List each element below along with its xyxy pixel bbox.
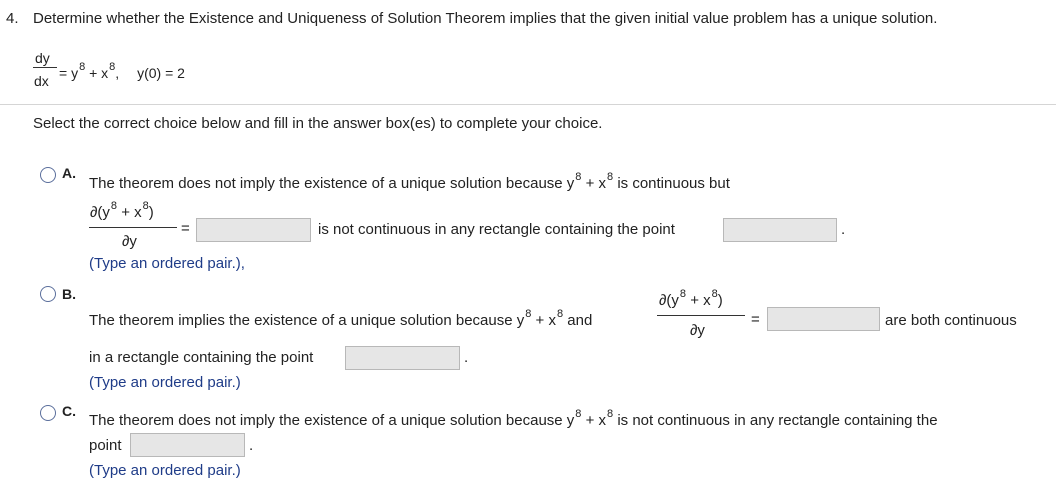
eq-y-exp: 8 — [79, 61, 86, 73]
option-b-period: . — [464, 349, 469, 366]
option-b-point-answer-box[interactable] — [345, 346, 460, 370]
partial-b-num-b: + x — [686, 292, 711, 309]
partial-a-exp1: 8 — [110, 200, 118, 212]
partial-b-num-a: ∂(y — [659, 292, 679, 309]
option-c-letter[interactable]: C. — [62, 402, 76, 420]
question-prompt: Determine whether the Existence and Uniq… — [33, 10, 938, 27]
option-b-text1b: + x — [531, 312, 556, 329]
option-b-line1: The theorem implies the existence of a u… — [89, 308, 593, 331]
option-b-radio[interactable] — [40, 286, 56, 302]
eq-numerator: dy — [35, 50, 50, 66]
option-b-letter[interactable]: B. — [62, 285, 76, 303]
partial-b-eq: = — [751, 311, 760, 328]
option-c-exp1: 8 — [575, 408, 582, 420]
partial-a-exp2: 8 — [142, 200, 149, 212]
partial-a-bar — [89, 227, 177, 228]
separator — [0, 104, 1056, 105]
eq-x: x — [101, 65, 109, 81]
instruction-text: Select the correct choice below and fill… — [33, 115, 603, 132]
option-a-text1: The theorem does not imply the existence… — [89, 175, 575, 192]
option-c-line1: The theorem does not imply the existence… — [89, 408, 938, 431]
eq-y: y — [71, 65, 79, 81]
option-a-letter[interactable]: A. — [62, 164, 76, 182]
initial-condition: y(0) = 2 — [137, 65, 185, 81]
option-c-period: . — [249, 437, 254, 454]
option-a-text1c: is continuous but — [613, 175, 730, 192]
eq-equals: = — [59, 65, 68, 81]
option-a-derivative-answer-box[interactable] — [196, 218, 311, 242]
option-b-text2: are both continuous — [885, 312, 1017, 329]
option-c-text1: The theorem does not imply the existence… — [89, 412, 575, 429]
eq-plus: + — [89, 65, 98, 81]
option-b-text1: The theorem implies the existence of a u… — [89, 312, 525, 329]
partial-a-num-b: + x — [117, 204, 142, 221]
option-c-exp2: 8 — [607, 408, 614, 420]
option-c-hint: (Type an ordered pair.) — [89, 462, 241, 479]
partial-b-bar — [657, 315, 745, 316]
option-c-text1b: + x — [581, 412, 607, 429]
eq-denominator: dx — [34, 73, 49, 89]
option-c-text2: point — [89, 437, 122, 454]
eq-comma: , — [115, 65, 120, 81]
option-a-period: . — [841, 221, 846, 238]
option-a-point-answer-box[interactable] — [723, 218, 837, 242]
partial-b-exp2: 8 — [711, 288, 718, 300]
option-a-hint: (Type an ordered pair.), — [89, 255, 245, 272]
fraction-bar — [33, 67, 57, 68]
option-b-text3: in a rectangle containing the point — [89, 349, 314, 366]
partial-b-exp1: 8 — [679, 288, 687, 300]
option-b-exp2: 8 — [557, 308, 564, 320]
partial-a-den: ∂y — [122, 233, 137, 250]
partial-b-num-c: ) — [717, 292, 723, 309]
option-a-text2: is not continuous in any rectangle conta… — [318, 221, 675, 238]
partial-b-den: ∂y — [690, 322, 705, 339]
option-b-hint: (Type an ordered pair.) — [89, 374, 241, 391]
option-a-exp2: 8 — [607, 171, 614, 183]
option-b-derivative-answer-box[interactable] — [767, 307, 880, 331]
option-b-text1c: and — [563, 312, 593, 329]
option-c-point-answer-box[interactable] — [130, 433, 245, 457]
option-b-exp1: 8 — [525, 308, 532, 320]
option-a-line1: The theorem does not imply the existence… — [89, 171, 730, 194]
partial-a-num-c: ) — [148, 204, 154, 221]
option-a-text1b: + x — [581, 175, 607, 192]
partial-a-num-a: ∂(y — [90, 204, 110, 221]
option-c-radio[interactable] — [40, 405, 56, 421]
option-a-exp1: 8 — [575, 171, 582, 183]
option-c-text1c: is not continuous in any rectangle conta… — [613, 412, 938, 429]
eq-x-exp: 8 — [109, 61, 116, 73]
partial-a-eq: = — [181, 220, 190, 237]
option-a-radio[interactable] — [40, 167, 56, 183]
question-number: 4. — [6, 10, 19, 27]
